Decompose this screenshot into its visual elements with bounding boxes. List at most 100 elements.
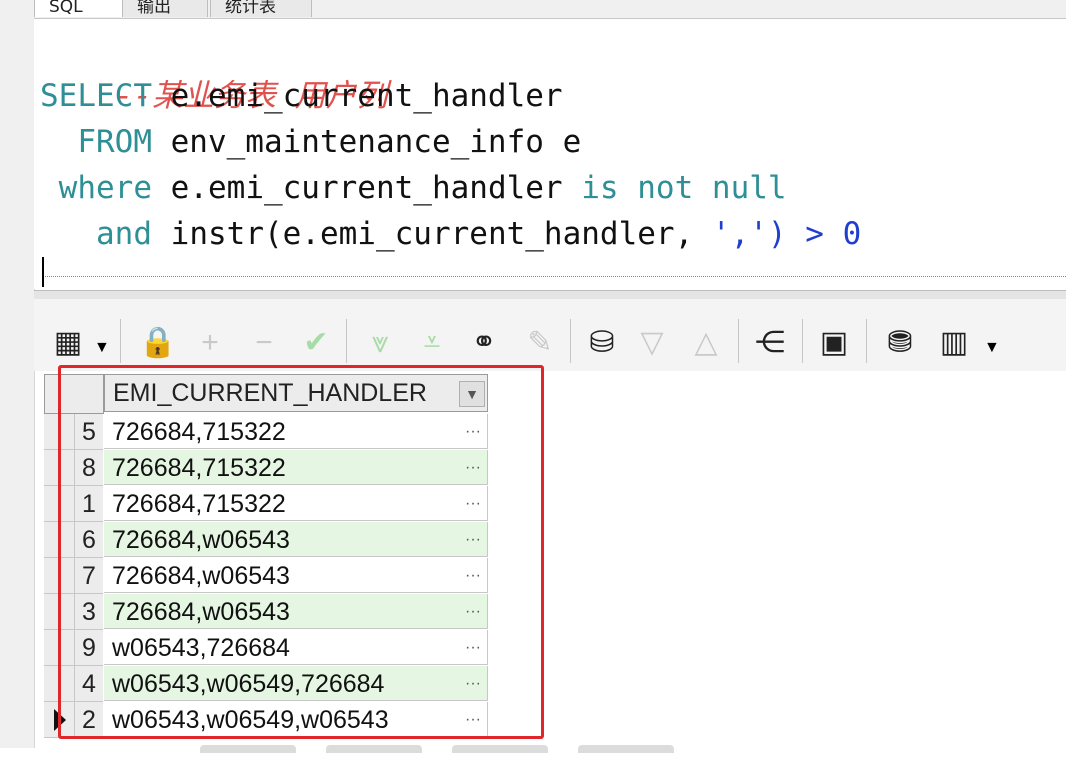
row-number: 9	[74, 630, 103, 666]
cell-value: 726684,w06543	[112, 526, 290, 554]
cell-value: 726684,715322	[112, 418, 286, 446]
editor-line-comment: --某业务表 用户列	[40, 27, 388, 114]
row-number: 7	[74, 558, 103, 594]
clear-icon[interactable]: ✎	[520, 323, 560, 363]
sql-editor[interactable]: --某业务表 用户列 SELECT e.emi_current_handler …	[34, 19, 1066, 289]
kw-select: SELECT	[40, 78, 152, 114]
row-selector[interactable]	[44, 414, 74, 450]
kw-is-not-null: is not null	[581, 170, 787, 206]
export-tree-icon[interactable]: ⋲	[750, 323, 790, 363]
kw-and: and	[96, 216, 152, 252]
last-page-icon[interactable]: ⩡	[412, 323, 452, 363]
kw-from: FROM	[77, 124, 152, 160]
fetch-db-icon[interactable]: ⛃	[880, 323, 920, 363]
current-line-marker	[42, 276, 1066, 277]
grid-cell[interactable]: 726684,w06543 ···	[104, 522, 488, 557]
post-changes-icon[interactable]: ✔	[296, 323, 336, 363]
result-toolbar: ▦ ▼ 🔒 + − ✔ ⩔ ⩡ ⚭ ✎ ⛁ ▽ △ ⋲ ▣ ⛃ ▥ ▼	[34, 299, 1066, 371]
grid-cell[interactable]: w06543,w06549,726684 ···	[104, 666, 488, 701]
chart-icon[interactable]: ▥	[934, 323, 974, 363]
cell-edit-button[interactable]: ···	[465, 414, 481, 450]
text-caret	[42, 257, 44, 287]
grid-options-icon[interactable]: ▦	[48, 323, 88, 363]
table-row[interactable]: 5 726684,715322 ···	[44, 414, 490, 450]
add-record-icon[interactable]: +	[190, 323, 230, 363]
row-selector[interactable]	[44, 522, 74, 558]
query-by-example-icon[interactable]: ⛁	[582, 323, 622, 363]
column-filter-icon[interactable]: ▼	[459, 381, 485, 407]
select-columns: e.emi_current_handler	[151, 78, 563, 114]
grid-cell[interactable]: w06543,726684 ···	[104, 630, 488, 665]
tab-strip: SQL 输出 统计表	[34, 0, 1066, 19]
cell-edit-button[interactable]: ···	[465, 558, 481, 594]
row-selector[interactable]	[44, 702, 74, 738]
kw-where: where	[58, 170, 152, 206]
row-selector[interactable]	[44, 558, 74, 594]
grid-cell[interactable]: 726684,715322 ···	[104, 450, 488, 485]
cell-value: 726684,w06543	[112, 598, 290, 626]
sort-asc-icon[interactable]: △	[686, 323, 726, 363]
row-selector[interactable]	[44, 594, 74, 630]
cell-edit-button[interactable]: ···	[465, 522, 481, 558]
cell-value: w06543,w06549,w06543	[112, 706, 389, 734]
editor-line-3: where e.emi_current_handler is not null	[40, 165, 787, 211]
next-page-icon[interactable]: ⩔	[360, 323, 400, 363]
string-literal: ','	[711, 216, 768, 252]
tab-output[interactable]: 输出	[122, 0, 208, 17]
cell-value: 726684,w06543	[112, 562, 290, 590]
grid-cell[interactable]: w06543,w06549,w06543 ···	[104, 702, 488, 737]
current-row-pointer-icon	[54, 709, 66, 731]
grid-corner	[44, 374, 104, 414]
cell-edit-button[interactable]: ···	[465, 702, 481, 738]
sort-desc-icon[interactable]: ▽	[632, 323, 672, 363]
table-row[interactable]: 6 726684,w06543 ···	[44, 522, 490, 558]
table-row[interactable]: 9 w06543,726684 ···	[44, 630, 490, 666]
find-icon[interactable]: ⚭	[464, 323, 504, 363]
table-row[interactable]: 8 726684,715322 ···	[44, 450, 490, 486]
delete-record-icon[interactable]: −	[244, 323, 284, 363]
cell-edit-button[interactable]: ···	[465, 666, 481, 702]
row-number: 5	[74, 414, 103, 450]
row-number: 3	[74, 594, 103, 630]
cell-value: 726684,715322	[112, 454, 286, 482]
from-table: env_maintenance_info e	[151, 124, 582, 160]
where-column: e.emi_current_handler	[152, 170, 582, 206]
cell-edit-button[interactable]: ···	[465, 594, 481, 630]
row-selector[interactable]	[44, 630, 74, 666]
cell-edit-button[interactable]: ···	[465, 450, 481, 486]
cell-value: w06543,w06549,726684	[112, 670, 385, 698]
left-gutter	[0, 0, 35, 748]
grid-cell[interactable]: 726684,715322 ···	[104, 414, 488, 449]
row-number: 4	[74, 666, 103, 702]
bottom-tab-remnants	[200, 740, 720, 753]
tab-statistics[interactable]: 统计表	[210, 0, 312, 17]
row-number: 8	[74, 450, 103, 486]
lock-icon[interactable]: 🔒	[138, 323, 178, 363]
row-selector[interactable]	[44, 486, 74, 522]
cell-edit-button[interactable]: ···	[465, 486, 481, 522]
editor-line-4: and instr(e.emi_current_handler, ',') > …	[40, 211, 861, 257]
row-number: 6	[74, 522, 103, 558]
table-row[interactable]: 3 726684,w06543 ···	[44, 594, 490, 630]
grid-cell[interactable]: 726684,w06543 ···	[104, 558, 488, 593]
save-icon[interactable]: ▣	[814, 323, 854, 363]
editor-line-1: SELECT e.emi_current_handler	[40, 73, 563, 119]
row-number: 2	[74, 702, 103, 738]
cell-edit-button[interactable]: ···	[465, 630, 481, 666]
chart-dropdown-icon[interactable]: ▼	[984, 339, 1000, 357]
comparison-tail: ) > 0	[767, 216, 862, 252]
grid-cell[interactable]: 726684,w06543 ···	[104, 594, 488, 629]
table-row[interactable]: 2 w06543,w06549,w06543 ···	[44, 702, 490, 738]
grid-cell[interactable]: 726684,715322 ···	[104, 486, 488, 521]
table-row[interactable]: 4 w06543,w06549,726684 ···	[44, 666, 490, 702]
column-header-label: EMI_CURRENT_HANDLER	[113, 378, 427, 407]
grid-options-dropdown-icon[interactable]: ▼	[94, 339, 110, 357]
row-selector[interactable]	[44, 450, 74, 486]
table-row[interactable]: 7 726684,w06543 ···	[44, 558, 490, 594]
instr-call: instr(e.emi_current_handler,	[152, 216, 712, 252]
table-row[interactable]: 1 726684,715322 ···	[44, 486, 490, 522]
row-selector[interactable]	[44, 666, 74, 702]
tab-sql[interactable]: SQL	[34, 0, 124, 17]
column-header-emi-current-handler[interactable]: EMI_CURRENT_HANDLER ▼	[104, 374, 488, 412]
editor-line-2: FROM env_maintenance_info e	[40, 119, 581, 165]
